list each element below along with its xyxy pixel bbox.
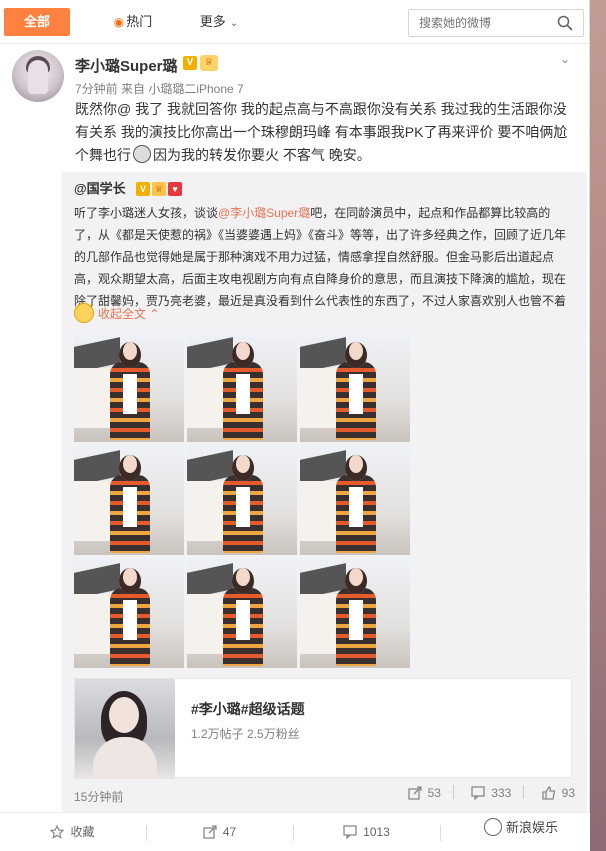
repost-actions: 53 333 93 <box>394 785 575 803</box>
topic-card[interactable]: #李小璐#超级话题 1.2万帖子 2.5万粉丝 <box>74 678 572 779</box>
doge-emoji-icon <box>74 303 94 323</box>
topic-title[interactable]: #李小璐#超级话题 <box>191 699 305 719</box>
post-text-b: 因为我的转发你要火 不客气 晚安。 <box>153 147 371 163</box>
collapse-label: 收起全文 <box>98 307 147 321</box>
topic-image <box>75 679 175 779</box>
repost-forward-button[interactable]: 53 <box>407 786 441 803</box>
forward-icon <box>203 816 217 851</box>
photo-thumbnail[interactable] <box>187 332 297 442</box>
forward-icon <box>407 786 422 803</box>
tab-more-label: 更多 <box>199 14 226 29</box>
tab-all[interactable]: 全部 <box>4 8 70 36</box>
comment-count: 1013 <box>363 825 390 839</box>
search-input[interactable] <box>409 10 549 36</box>
favorite-label: 收藏 <box>70 825 95 839</box>
tab-more[interactable]: 更多 ⌄ <box>194 8 244 36</box>
photo-thumbnail[interactable] <box>187 445 297 555</box>
favorite-button[interactable]: 收藏 <box>0 813 145 851</box>
post-text: 既然你@ 我了 我就回答你 我的起点高与不高跟你没有关系 我过我的生活跟你没有关… <box>75 98 570 167</box>
author-name[interactable]: 李小璐Super璐 <box>75 55 178 76</box>
photo-thumbnail[interactable] <box>74 558 184 668</box>
repost-badges: V ♕ ♥ <box>136 179 184 197</box>
tab-hot[interactable]: ◉ 热门 <box>108 8 158 36</box>
photo-thumbnail[interactable] <box>187 558 297 668</box>
repost-author[interactable]: @国学长 <box>74 178 126 197</box>
watermark: 新浪娱乐 <box>484 817 558 836</box>
repost-text: 听了李小璐迷人女孩，谈谈@李小璐Super璐吧，在同龄演员中，起点和作品都算比较… <box>74 202 574 312</box>
vip-crown-icon: ♕ <box>152 182 166 196</box>
forward-count: 47 <box>222 825 237 839</box>
vip-crown-icon: ♕ <box>200 55 218 71</box>
photo-thumbnail[interactable] <box>300 445 410 555</box>
verified-icon: V <box>136 182 150 196</box>
collapse-link[interactable]: 收起全文 ⌃ <box>74 303 159 323</box>
photo-thumbnail[interactable] <box>300 332 410 442</box>
repost-block: @国学长 V ♕ ♥ 听了李小璐迷人女孩，谈谈@李小璐Super璐吧，在同龄演员中，… <box>62 172 587 812</box>
chevron-up-icon: ⌃ <box>149 307 160 321</box>
search-icon[interactable] <box>557 15 573 36</box>
post-meta: 7分钟前 来自 小璐璐二iPhone 7 <box>75 82 244 96</box>
weibo-card: 全部 ◉热门 更多⌄ 李小璐Super璐 V ♕ ⌄ 7分钟前 来自 小璐璐二i… <box>0 0 590 851</box>
star-icon <box>50 816 65 851</box>
chevron-down-icon: ⌄ <box>229 18 239 29</box>
comment-icon <box>471 786 485 803</box>
repost-like-button[interactable]: 93 <box>541 786 575 803</box>
repost-forward-count: 53 <box>427 786 441 800</box>
search-box <box>408 9 584 37</box>
repost-comment-count: 333 <box>491 786 512 800</box>
fan-badge-icon: ♥ <box>168 182 182 196</box>
verified-icon: V <box>183 56 197 70</box>
repost-text-a: 听了李小璐迷人女孩，谈谈 <box>74 206 219 220</box>
photo-thumbnail[interactable] <box>74 445 184 555</box>
comment-button[interactable]: 1013 <box>294 813 439 851</box>
thumbs-up-icon <box>541 786 556 803</box>
photo-thumbnail[interactable] <box>74 332 184 442</box>
topic-stats: 1.2万帖子 2.5万粉丝 <box>191 727 300 741</box>
photo-thumbnail[interactable] <box>300 558 410 668</box>
comment-icon <box>343 816 357 851</box>
tab-hot-label: 热门 <box>126 14 153 29</box>
avatar[interactable] <box>12 50 64 102</box>
repost-time[interactable]: 15分钟前 <box>74 788 123 805</box>
flame-icon: ◉ <box>113 15 125 29</box>
repost-text-b: 吧，在同龄演员中，起点和作品都算比较高的了，从《都是天使惹的祸》《当婆婆遇上妈》… <box>74 206 567 308</box>
top-tabs: 全部 ◉ 热门 更多 ⌄ <box>0 0 589 44</box>
mention-link[interactable]: @李小璐Super璐 <box>218 206 310 220</box>
post-menu-chevron-icon[interactable]: ⌄ <box>560 52 570 66</box>
forward-button[interactable]: 47 <box>147 813 292 851</box>
watermark-label: 新浪娱乐 <box>506 820 559 835</box>
emoji-icon <box>133 145 151 163</box>
repost-comment-button[interactable]: 333 <box>471 786 511 803</box>
wechat-icon <box>484 818 502 836</box>
repost-like-count: 93 <box>561 786 575 800</box>
